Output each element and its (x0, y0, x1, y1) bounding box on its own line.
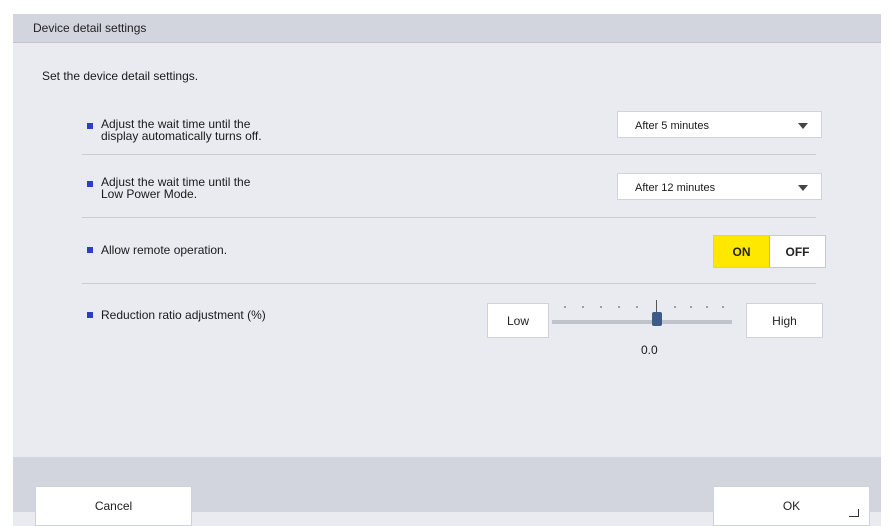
chevron-down-icon (798, 123, 808, 129)
low-power-value: After 12 minutes (635, 182, 716, 194)
slider-tick (706, 306, 708, 308)
slider-tick (582, 306, 584, 308)
high-button[interactable]: High (746, 303, 823, 338)
slider-track[interactable] (552, 320, 732, 324)
intro-text: Set the device detail settings. (42, 69, 199, 83)
low-button[interactable]: Low (487, 303, 549, 338)
display-off-dropdown[interactable]: After 5 minutes (617, 111, 822, 138)
cancel-button[interactable]: Cancel (35, 486, 192, 526)
remote-label: Allow remote operation. (101, 243, 228, 257)
ok-label: OK (782, 499, 801, 513)
row-divider (82, 217, 816, 218)
ok-button[interactable]: OK (713, 486, 870, 526)
display-off-label: Adjust the wait time until the display a… (101, 117, 262, 143)
corner-icon (849, 509, 859, 517)
slider-tick (674, 306, 676, 308)
dialog-title: Device detail settings (33, 21, 147, 35)
slider-tick (636, 306, 638, 308)
reduction-label: Reduction ratio adjustment (%) (101, 308, 266, 322)
bullet-icon (87, 123, 93, 129)
remote-off-button[interactable]: OFF (770, 236, 825, 267)
bullet-icon (87, 247, 93, 253)
chevron-down-icon (798, 185, 808, 191)
row-divider (82, 283, 816, 284)
reduction-value: 0.0 (641, 343, 658, 357)
reduction-slider[interactable] (552, 298, 732, 343)
low-power-label: Adjust the wait time until the Low Power… (101, 175, 251, 201)
display-off-value: After 5 minutes (635, 120, 709, 132)
dialog-titlebar: Device detail settings (13, 14, 881, 43)
remote-toggle[interactable]: ON OFF (713, 235, 826, 268)
row-divider (82, 154, 816, 155)
slider-tick (690, 306, 692, 308)
remote-on-button[interactable]: ON (714, 236, 770, 267)
dialog-window: Device detail settings (13, 14, 881, 526)
slider-tick (618, 306, 620, 308)
slider-tick (722, 306, 724, 308)
bullet-icon (87, 181, 93, 187)
low-power-dropdown[interactable]: After 12 minutes (617, 173, 822, 200)
slider-tick (564, 306, 566, 308)
bullet-icon (87, 312, 93, 318)
slider-thumb[interactable] (652, 312, 662, 326)
slider-tick (600, 306, 602, 308)
